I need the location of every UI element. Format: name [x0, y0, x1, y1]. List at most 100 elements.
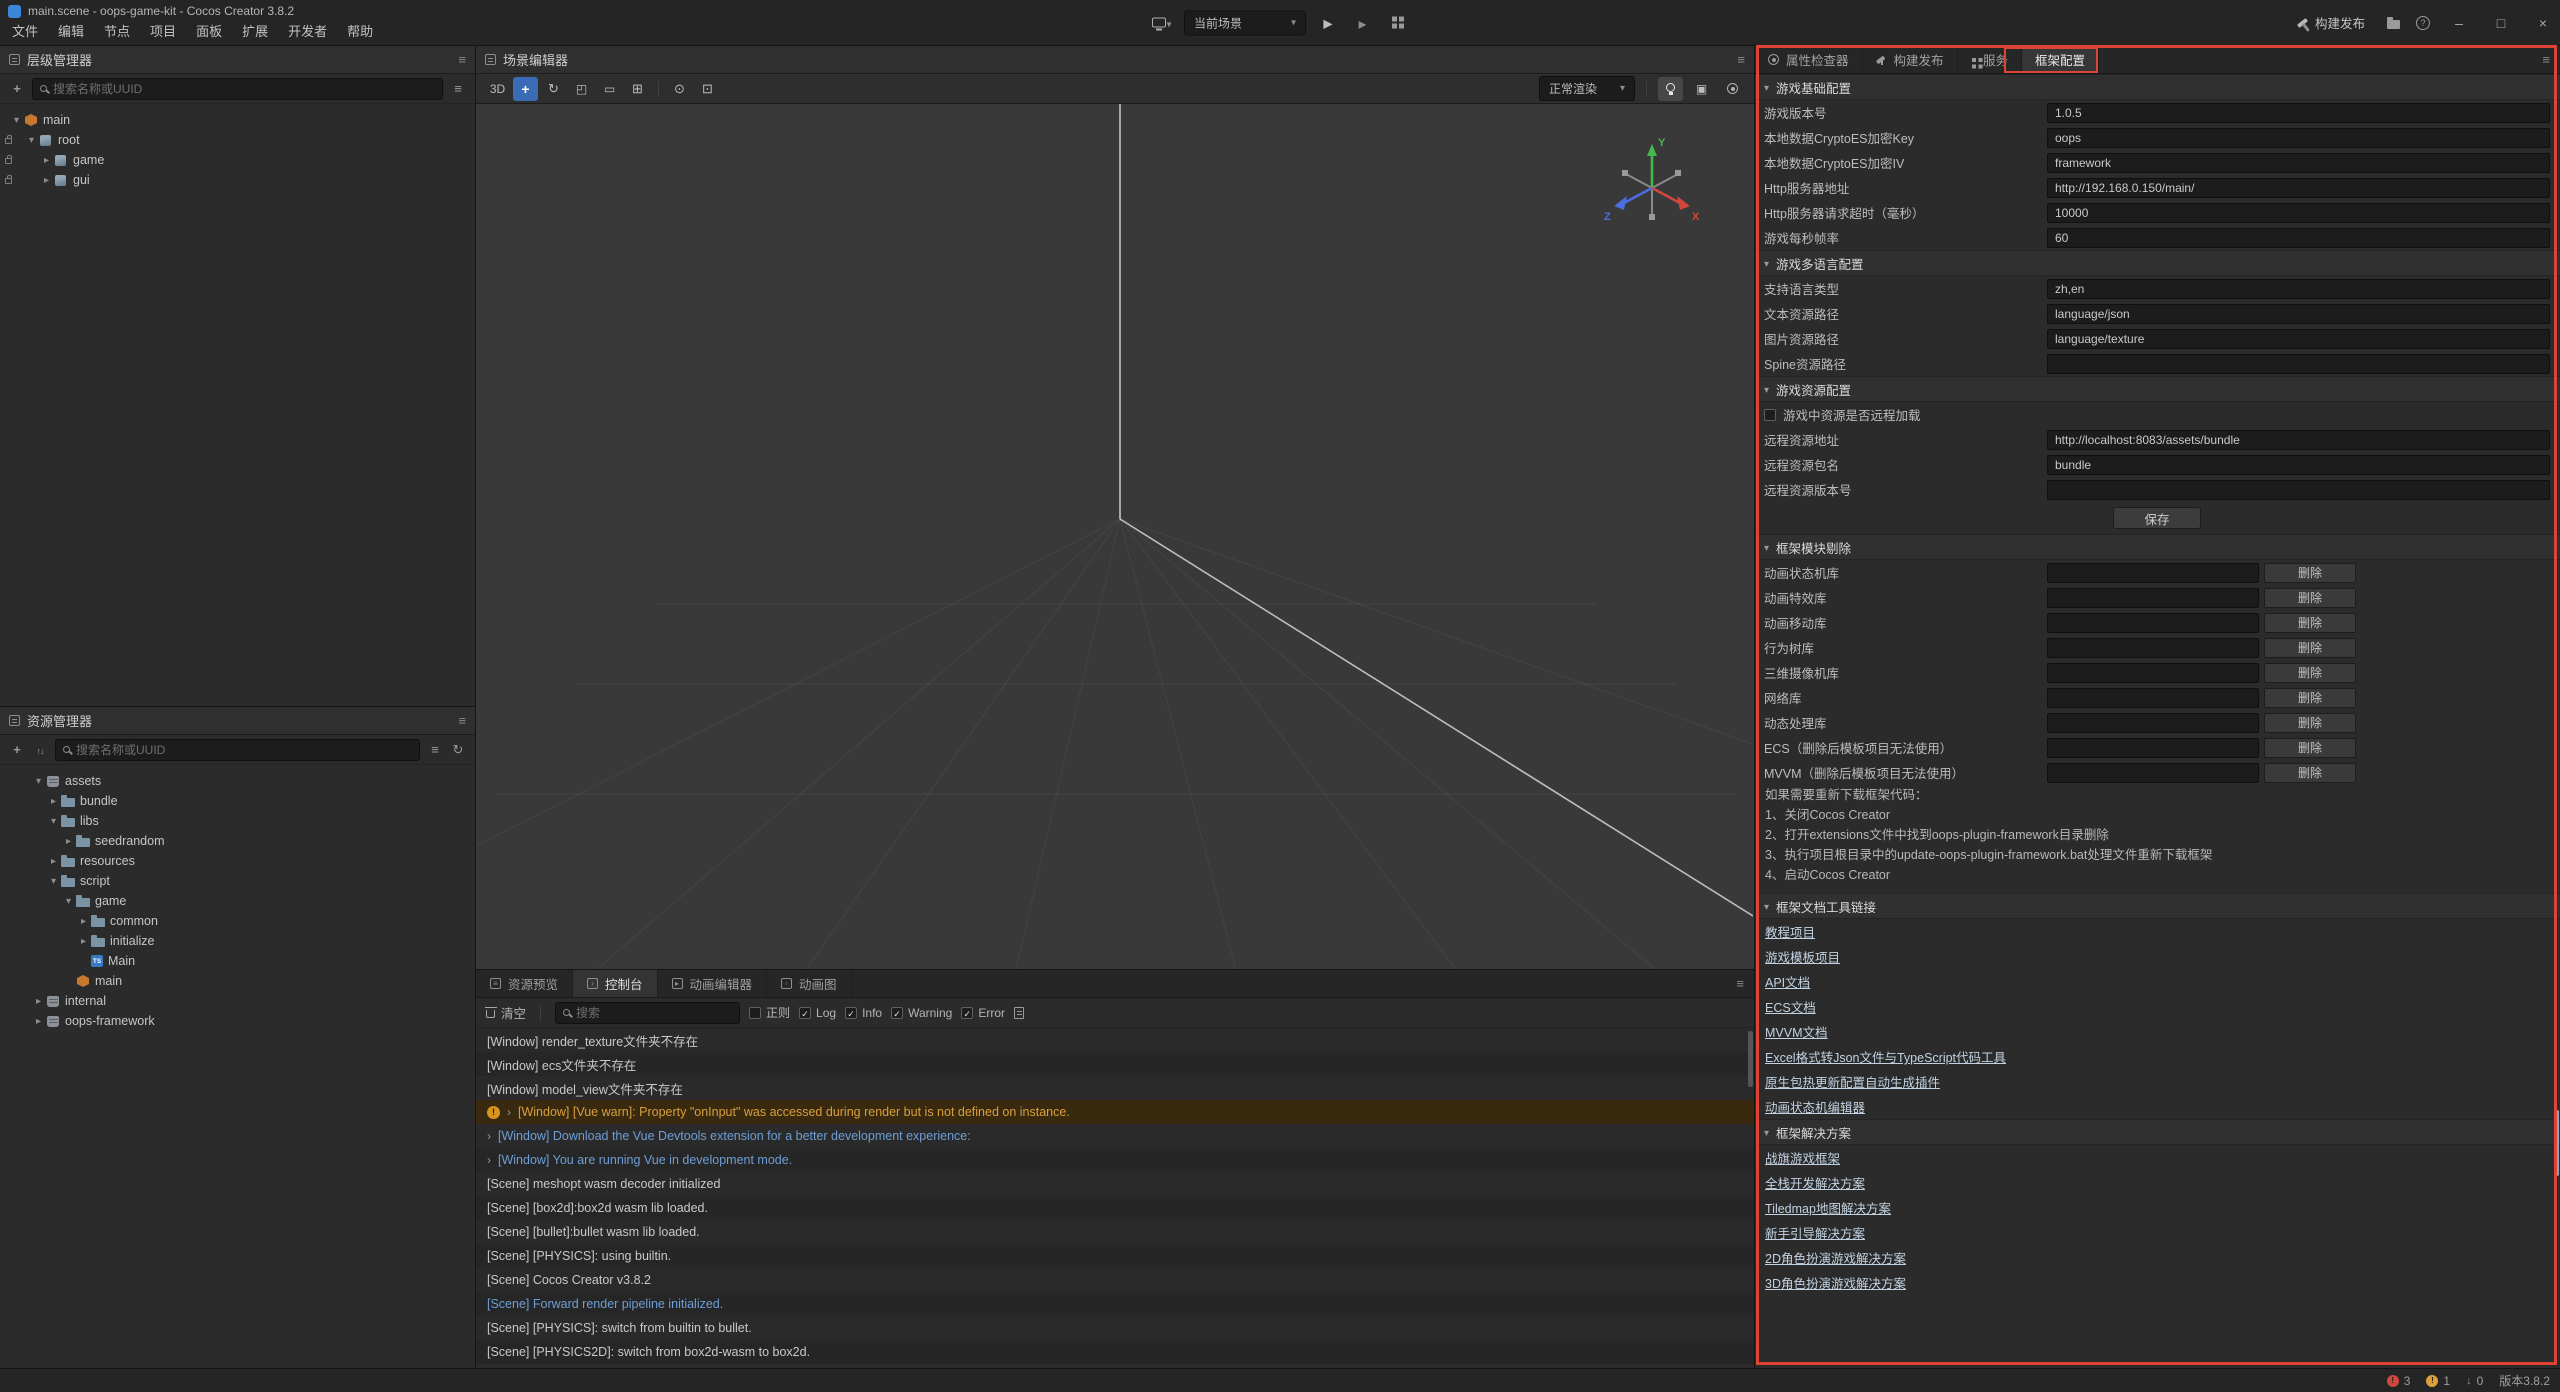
- scale-tool-button[interactable]: [569, 77, 594, 101]
- inspector-scrollbar[interactable]: [2554, 1110, 2559, 1176]
- console-tab[interactable]: 控制台: [573, 970, 658, 997]
- doc-link[interactable]: 教程项目: [1765, 922, 1815, 941]
- expand-arrow-icon[interactable]: [32, 776, 45, 787]
- doc-link[interactable]: ECS文档: [1765, 997, 1816, 1016]
- menu-item[interactable]: 帮助: [337, 18, 383, 43]
- menu-item[interactable]: 项目: [140, 18, 186, 43]
- console-tab[interactable]: 资源预览: [476, 970, 573, 997]
- solution-link[interactable]: 战旗游戏框架: [1765, 1148, 1840, 1167]
- console-search-input[interactable]: [576, 1006, 732, 1020]
- build-publish-button[interactable]: 构建发布: [2291, 9, 2371, 36]
- sort-icon[interactable]: [32, 742, 48, 757]
- move-tool-button[interactable]: [513, 77, 538, 101]
- help-icon[interactable]: ?: [2416, 16, 2430, 30]
- module-path-field[interactable]: [2047, 563, 2259, 583]
- download-count-badge[interactable]: 0: [2466, 1374, 2483, 1388]
- transform-tool-button[interactable]: [625, 77, 650, 101]
- filter-icon[interactable]: [427, 742, 443, 757]
- delete-module-button[interactable]: 删除: [2264, 688, 2356, 708]
- error-count-badge[interactable]: ! 3: [2387, 1374, 2411, 1388]
- warning-count-badge[interactable]: ! 1: [2426, 1374, 2450, 1388]
- console-filter-checkbox[interactable]: Warning: [891, 1006, 952, 1020]
- play-button[interactable]: [1315, 12, 1341, 34]
- asset-node[interactable]: script: [0, 871, 475, 891]
- expand-arrow-icon[interactable]: [62, 896, 75, 907]
- expand-arrow-icon[interactable]: [47, 816, 60, 827]
- save-button[interactable]: 保存: [2113, 507, 2201, 529]
- regex-checkbox[interactable]: 正则: [749, 1004, 790, 1021]
- add-asset-button[interactable]: [9, 742, 25, 757]
- panel-menu-icon[interactable]: [1737, 52, 1745, 67]
- expand-arrow-icon[interactable]: [62, 836, 75, 847]
- minimize-button[interactable]: –: [2446, 15, 2472, 31]
- expand-arrow-icon[interactable]: [32, 996, 45, 1007]
- delete-module-button[interactable]: 删除: [2264, 563, 2356, 583]
- delete-module-button[interactable]: 删除: [2264, 638, 2356, 658]
- expand-arrow-icon[interactable]: [487, 1129, 491, 1143]
- console-message[interactable]: [Window] You are running Vue in developm…: [476, 1148, 1754, 1172]
- menu-item[interactable]: 面板: [186, 18, 232, 43]
- delete-module-button[interactable]: 删除: [2264, 713, 2356, 733]
- console-message[interactable]: [Scene] [PHYSICS]: switch from builtin t…: [476, 1316, 1754, 1340]
- menu-item[interactable]: 编辑: [48, 18, 94, 43]
- asset-node[interactable]: initialize: [0, 931, 475, 951]
- field-input[interactable]: [2047, 279, 2550, 299]
- delete-module-button[interactable]: 删除: [2264, 738, 2356, 758]
- field-input[interactable]: [2047, 455, 2550, 475]
- open-folder-icon[interactable]: [2387, 20, 2400, 29]
- render-mode-dropdown[interactable]: 正常渲染: [1539, 76, 1635, 101]
- console-message[interactable]: [Window] render_texture文件夹不存在: [476, 1028, 1754, 1052]
- field-input[interactable]: [2047, 178, 2550, 198]
- module-path-field[interactable]: [2047, 588, 2259, 608]
- expand-arrow-icon[interactable]: [40, 155, 53, 166]
- solution-link[interactable]: Tiledmap地图解决方案: [1765, 1198, 1891, 1217]
- clear-console-button[interactable]: 清空: [486, 1003, 526, 1022]
- step-button[interactable]: [1350, 12, 1376, 34]
- rect-tool-button[interactable]: [597, 77, 622, 101]
- refresh-icon[interactable]: [450, 742, 466, 758]
- field-input[interactable]: [2047, 430, 2550, 450]
- console-message[interactable]: [Scene] [box2d]:box2d wasm lib loaded.: [476, 1196, 1754, 1220]
- asset-node[interactable]: common: [0, 911, 475, 931]
- section-header[interactable]: 框架解决方案: [1755, 1119, 2560, 1145]
- panel-menu-icon[interactable]: [458, 52, 466, 67]
- pivot-toggle-button[interactable]: [667, 77, 692, 101]
- menu-item[interactable]: 开发者: [278, 18, 337, 43]
- field-input[interactable]: [2047, 329, 2550, 349]
- console-message[interactable]: [Window] ecs文件夹不存在: [476, 1052, 1754, 1076]
- console-message[interactable]: [Scene] meshopt wasm decoder initialized: [476, 1172, 1754, 1196]
- view-settings-button[interactable]: [1720, 77, 1745, 101]
- hierarchy-node[interactable]: main: [0, 110, 475, 130]
- asset-node[interactable]: oops-framework: [0, 1011, 475, 1031]
- asset-node[interactable]: bundle: [0, 791, 475, 811]
- expand-arrow-icon[interactable]: [47, 876, 60, 887]
- maximize-button[interactable]: □: [2488, 15, 2514, 31]
- expand-arrow-icon[interactable]: [32, 1016, 45, 1027]
- solution-link[interactable]: 全栈开发解决方案: [1765, 1173, 1865, 1192]
- module-path-field[interactable]: [2047, 688, 2259, 708]
- expand-arrow-icon[interactable]: [487, 1153, 491, 1167]
- rotate-tool-button[interactable]: [541, 77, 566, 101]
- solution-link[interactable]: 新手引导解决方案: [1765, 1223, 1865, 1242]
- console-message[interactable]: [Window] model_view文件夹不存在: [476, 1076, 1754, 1100]
- log-file-icon[interactable]: [1014, 1007, 1024, 1019]
- module-path-field[interactable]: [2047, 638, 2259, 658]
- console-message[interactable]: [Scene] [PHYSICS2D]: switch from box2d-w…: [476, 1340, 1754, 1364]
- filter-icon[interactable]: [450, 81, 466, 96]
- multi-preview-button[interactable]: [1385, 12, 1411, 34]
- solution-link[interactable]: 3D角色扮演游戏解决方案: [1765, 1273, 1906, 1292]
- panel-menu-icon[interactable]: [1736, 976, 1744, 991]
- scene-select-dropdown[interactable]: 当前场景: [1184, 10, 1306, 35]
- expand-arrow-icon[interactable]: [507, 1105, 511, 1119]
- menu-item[interactable]: 文件: [2, 18, 48, 43]
- delete-module-button[interactable]: 删除: [2264, 663, 2356, 683]
- lock-icon[interactable]: [5, 178, 12, 184]
- doc-link[interactable]: API文档: [1765, 972, 1810, 991]
- panel-menu-icon[interactable]: [2542, 52, 2550, 67]
- hierarchy-node[interactable]: gui: [0, 170, 475, 190]
- field-input[interactable]: [2047, 103, 2550, 123]
- asset-node[interactable]: main: [0, 971, 475, 991]
- console-filter-checkbox[interactable]: Error: [961, 1006, 1005, 1020]
- module-path-field[interactable]: [2047, 663, 2259, 683]
- console-message[interactable]: [Scene] [PHYSICS]: using builtin.: [476, 1244, 1754, 1268]
